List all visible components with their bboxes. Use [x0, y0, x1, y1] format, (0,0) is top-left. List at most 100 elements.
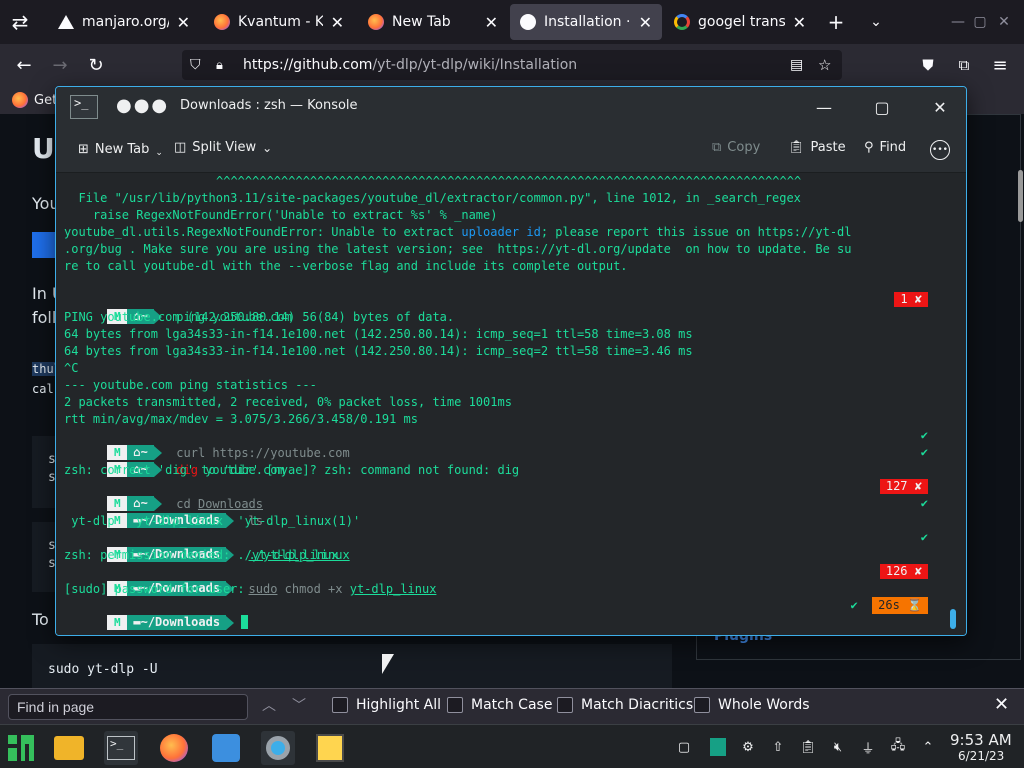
exit-status-badge: 127 ✘: [879, 479, 928, 494]
chevron-down-icon: ⌄: [155, 148, 163, 158]
match-case-checkbox[interactable]: [447, 697, 463, 713]
taskbar: >_ ▢ ⚙ ⇧ 📋︎ 🔇︎ ⏚ 🖧︎ ⌃ 9:53 AM 6/21/23: [0, 724, 1024, 768]
terminal-line: youtube_dl.utils.RegexNotFoundError: Una…: [64, 224, 852, 241]
more-options-icon[interactable]: ●●●: [116, 95, 169, 116]
highlight-all-checkbox[interactable]: [332, 697, 348, 713]
success-check-icon: ✔: [920, 445, 928, 459]
tray-app-icon[interactable]: [708, 737, 728, 757]
command: sudo: [248, 582, 278, 596]
match-diacritics-option[interactable]: Match Diacritics: [557, 697, 693, 713]
paste-button[interactable]: 📋︎ Paste: [788, 140, 846, 155]
split-view-button[interactable]: ◫ Split View ⌄: [174, 140, 272, 155]
exit-code: 126: [885, 564, 908, 578]
firefox-taskbar-icon[interactable]: [157, 731, 191, 765]
reload-button[interactable]: ↻: [82, 51, 110, 79]
terminal-scrollbar[interactable]: [950, 609, 956, 629]
system-settings-icon[interactable]: [261, 731, 295, 765]
url-bar[interactable]: ⛉ 🔒︎ https://github.com/yt-dlp/yt-dlp/wi…: [182, 50, 842, 80]
find-previous-icon[interactable]: ︿: [262, 695, 276, 715]
close-tab-icon[interactable]: ✕: [177, 13, 190, 32]
show-desktop-icon[interactable]: ▢: [674, 737, 694, 757]
find-next-icon[interactable]: ﹀: [292, 695, 306, 715]
page-scrollbar[interactable]: [1018, 170, 1023, 222]
lock-icon[interactable]: 🔒︎: [216, 58, 223, 73]
minimize-icon[interactable]: —: [812, 95, 836, 119]
konsole-toolbar: ⊞ New Tab ⌄ ◫ Split View ⌄ ⧉ Copy 📋︎ Pas…: [56, 127, 966, 173]
maximize-icon[interactable]: ▢: [870, 95, 894, 119]
usb-device-icon[interactable]: ⏚: [858, 737, 878, 757]
firefox-view-icon[interactable]: ⇄: [6, 8, 34, 36]
terminal-line: yt-dlp yt-dlp_linux 'yt-dlp_linux(1)': [64, 514, 361, 528]
close-tab-icon[interactable]: ✕: [793, 13, 806, 32]
volume-muted-icon[interactable]: 🔇︎: [828, 737, 848, 757]
konsole-taskbar-icon[interactable]: >_: [104, 731, 138, 765]
find-bar: ︿ ﹀ Highlight All Match Case Match Diacr…: [0, 688, 1024, 724]
close-find-bar-icon[interactable]: ✕: [994, 694, 1009, 715]
terminal-line: re to call youtube-dl with the --verbose…: [64, 259, 628, 273]
option-label: Match Diacritics: [581, 697, 694, 713]
forward-button[interactable]: →: [46, 51, 74, 79]
new-tab-button[interactable]: +: [822, 8, 850, 36]
new-tab-button[interactable]: ⊞ New Tab ⌄: [78, 140, 163, 159]
konsole-titlebar[interactable]: >_ ●●● Downloads : zsh — Konsole — ▢ ✕: [56, 87, 966, 127]
whole-words-option[interactable]: Whole Words: [694, 697, 810, 713]
bookmark-star-icon[interactable]: ☆: [818, 56, 831, 74]
menu-icon[interactable]: ≡: [986, 51, 1014, 79]
system-monitor-icon[interactable]: [313, 731, 347, 765]
warning-icon: [58, 15, 74, 29]
reader-view-icon[interactable]: ▤: [790, 57, 803, 73]
network-icon[interactable]: 🖧︎: [888, 737, 908, 757]
kde-connect-icon[interactable]: ⚙: [738, 737, 758, 757]
extensions-icon[interactable]: ⧉: [950, 51, 978, 79]
tab-google-translate[interactable]: googel translat ✕: [664, 4, 816, 40]
command-arg: yt-dlp_linux: [349, 582, 437, 596]
tab-label: New Tab: [392, 14, 451, 30]
close-tab-icon[interactable]: ✕: [485, 13, 498, 32]
updates-icon[interactable]: ⇧: [768, 737, 788, 757]
bookmark-get-started[interactable]: Get: [12, 92, 57, 108]
software-store-icon[interactable]: [209, 731, 243, 765]
find-button[interactable]: ⚲ Find: [864, 140, 906, 155]
app-launcher-icon[interactable]: [4, 731, 38, 765]
whole-words-checkbox[interactable]: [694, 697, 710, 713]
close-tab-icon[interactable]: ✕: [639, 13, 652, 32]
match-diacritics-checkbox[interactable]: [557, 697, 573, 713]
windows-badge[interactable]: [32, 232, 56, 258]
chevron-down-icon: ⌄: [262, 140, 273, 155]
clock-time[interactable]: 9:53 AM: [950, 731, 1012, 749]
terminal-line: 64 bytes from lga34s33-in-f14.1e100.net …: [64, 344, 693, 358]
code-block[interactable]: sudo yt-dlp -U: [32, 644, 672, 688]
find-input[interactable]: [8, 694, 248, 720]
copy-button[interactable]: ⧉ Copy: [712, 140, 760, 155]
tab-manjaro[interactable]: manjaro.org/ ✕: [48, 4, 200, 40]
file-manager-icon[interactable]: [52, 731, 86, 765]
back-button[interactable]: ←: [10, 51, 38, 79]
tab-installation[interactable]: Installation · yt ✕: [510, 4, 662, 40]
list-tabs-button[interactable]: ⌄: [862, 8, 890, 36]
clock-date[interactable]: 6/21/23: [958, 749, 1004, 763]
tab-kvantum[interactable]: Kvantum - KDE ✕: [204, 4, 354, 40]
browser-tab-strip: ⇄ manjaro.org/ ✕ Kvantum - KDE ✕ New Tab…: [0, 0, 1024, 44]
url-text[interactable]: https://github.com/yt-dlp/yt-dlp/wiki/In…: [243, 57, 577, 73]
hamburger-menu-icon[interactable]: •••: [930, 140, 950, 160]
highlight-all-option[interactable]: Highlight All: [332, 697, 441, 713]
tray-expand-icon[interactable]: ⌃: [918, 737, 938, 757]
timer-badge: 26s ⌛: [872, 597, 928, 614]
close-icon[interactable]: ✕: [928, 95, 952, 119]
shield-icon[interactable]: ⛉: [190, 57, 201, 73]
prompt: M ▬ ~/Downloads: [107, 615, 235, 630]
konsole-app-icon[interactable]: >_: [70, 95, 98, 119]
close-tab-icon[interactable]: ✕: [331, 13, 344, 32]
clipboard-icon[interactable]: 📋︎: [798, 737, 818, 757]
close-browser-icon[interactable]: ✕: [990, 8, 1018, 36]
tab-new-tab[interactable]: New Tab ✕: [358, 4, 508, 40]
pocket-icon[interactable]: ⛊: [914, 51, 942, 79]
terminal-line: zsh: correct 'dig' to 'dir' [nyae]? zsh:…: [64, 463, 520, 477]
terminal-area[interactable]: ^^^^^^^^^^^^^^^^^^^^^^^^^^^^^^^^^^^^^^^^…: [56, 173, 966, 635]
code-fragment: cal: [32, 382, 54, 396]
exit-code: 1: [900, 292, 908, 306]
page-text: To: [32, 610, 49, 629]
copy-icon: ⧉: [712, 140, 722, 155]
success-check-icon: ✔: [920, 530, 928, 544]
match-case-option[interactable]: Match Case: [447, 697, 552, 713]
